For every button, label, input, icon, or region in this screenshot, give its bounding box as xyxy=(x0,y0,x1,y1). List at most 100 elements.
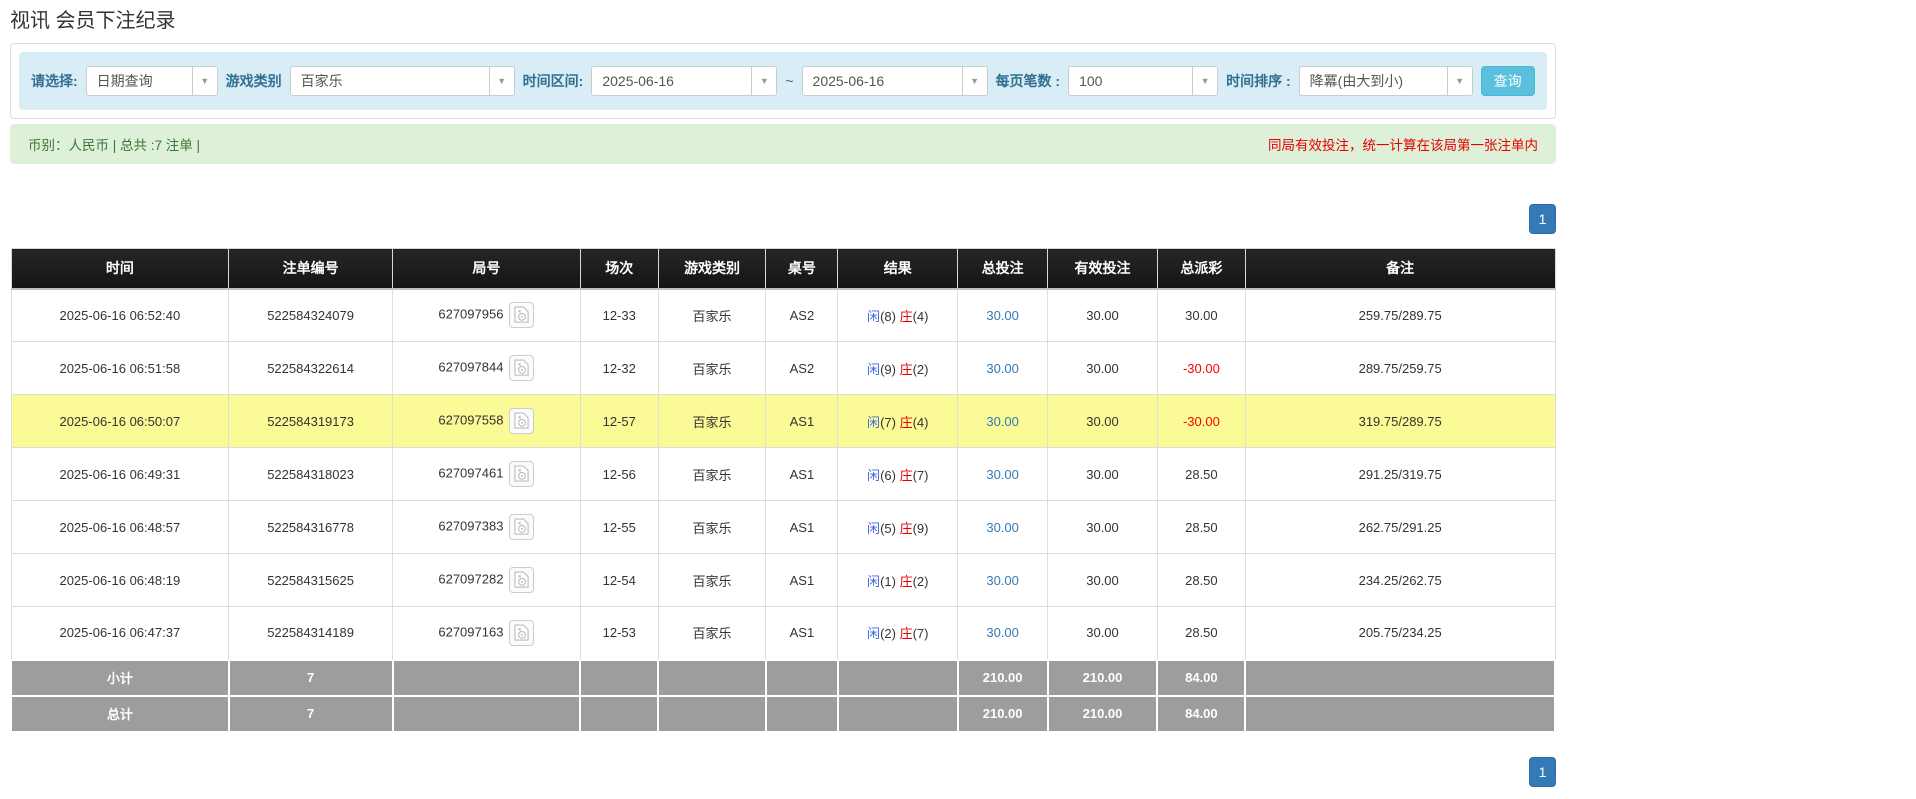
result-player: 闲 xyxy=(867,308,881,324)
result-player: 闲 xyxy=(867,626,881,642)
chevron-down-icon[interactable]: ▼ xyxy=(488,67,514,95)
cell-payout: -30.00 xyxy=(1156,394,1246,448)
cell-total-bet: 30.00 xyxy=(957,553,1049,607)
cell-time: 2025-06-16 06:47:37 xyxy=(10,606,230,660)
result-player-num: (2) xyxy=(880,626,896,642)
video-icon[interactable] xyxy=(509,355,535,381)
round-no-text: 627097844 xyxy=(438,359,504,375)
cell-round-no: 627097558 xyxy=(392,394,581,448)
time-range-label: 时间区间: xyxy=(522,73,584,89)
time-sort-select[interactable]: 降冪(由大到小) ▼ xyxy=(1298,66,1473,96)
round-no-text: 627097461 xyxy=(438,465,504,481)
result-player-num: (5) xyxy=(880,520,896,536)
summary-notice-text: 同局有效投注，统一计算在该局第一张注单内 xyxy=(1268,138,1538,153)
cell-valid-bet: 30.00 xyxy=(1047,288,1158,342)
cell-payout: 28.50 xyxy=(1156,553,1246,607)
query-type-value: 日期查询 xyxy=(96,73,153,89)
header-table-no: 桌号 xyxy=(765,248,839,290)
grand-total-total-bet: 210.00 xyxy=(956,694,1049,733)
result-player-num: (9) xyxy=(880,361,896,377)
cell-game-type: 百家乐 xyxy=(657,500,767,554)
video-icon[interactable] xyxy=(509,408,535,434)
date-from-input[interactable]: 2025-06-16 ▼ xyxy=(591,66,778,96)
page-size-select[interactable]: 100 ▼ xyxy=(1068,66,1219,96)
cell-bet-no: 522584324079 xyxy=(228,288,394,342)
cell-table-no: AS1 xyxy=(765,500,839,554)
header-round-no: 局号 xyxy=(392,248,581,290)
cell-session: 12-55 xyxy=(579,500,659,554)
result-player-num: (8) xyxy=(880,308,896,324)
total-bet-link[interactable]: 30.00 xyxy=(986,361,1019,376)
cell-note: 289.75/259.75 xyxy=(1244,341,1556,395)
total-bet-link[interactable]: 30.00 xyxy=(986,414,1019,429)
cell-game-type: 百家乐 xyxy=(657,394,767,448)
grand-total-payout: 84.00 xyxy=(1156,694,1247,733)
cell-session: 12-32 xyxy=(579,341,659,395)
cell-time: 2025-06-16 06:50:07 xyxy=(10,394,230,448)
video-icon[interactable] xyxy=(509,514,535,540)
chevron-down-icon[interactable]: ▼ xyxy=(1192,67,1218,95)
pagination-top: 1 xyxy=(10,204,1556,234)
cell-bet-no: 522584314189 xyxy=(228,606,394,660)
bet-records-table: 时间 注单编号 局号 场次 游戏类别 桌号 结果 总投注 有效投注 总派彩 备注… xyxy=(10,248,1556,733)
cell-result: 闲(7) 庄(4) xyxy=(837,394,959,448)
subtotal-row: 小计 7 210.00 210.00 84.00 xyxy=(10,658,1556,697)
table-row: 2025-06-16 06:49:31 522584318023 6270974… xyxy=(10,447,1556,501)
total-bet-link[interactable]: 30.00 xyxy=(986,625,1019,640)
video-icon[interactable] xyxy=(509,567,535,593)
cell-session: 12-33 xyxy=(579,288,659,342)
cell-result: 闲(1) 庄(2) xyxy=(837,553,959,607)
result-banker-num: (7) xyxy=(912,626,929,642)
cell-game-type: 百家乐 xyxy=(657,341,767,395)
cell-note: 291.25/319.75 xyxy=(1244,447,1556,501)
payout-value: 28.50 xyxy=(1185,466,1218,482)
cell-game-type: 百家乐 xyxy=(657,606,767,660)
cell-note: 319.75/289.75 xyxy=(1244,394,1556,448)
cell-valid-bet: 30.00 xyxy=(1047,606,1158,660)
cell-note: 234.25/262.75 xyxy=(1244,553,1556,607)
table-row: 2025-06-16 06:48:57 522584316778 6270973… xyxy=(10,500,1556,554)
chevron-down-icon[interactable]: ▼ xyxy=(191,67,217,95)
chevron-down-icon[interactable]: ▼ xyxy=(1446,67,1472,95)
result-banker-num: (9) xyxy=(912,520,929,536)
page-1-button[interactable]: 1 xyxy=(1529,756,1556,787)
header-payout: 总派彩 xyxy=(1156,248,1246,290)
result-player: 闲 xyxy=(867,520,881,536)
payout-value: 28.50 xyxy=(1185,625,1218,641)
cell-round-no: 627097844 xyxy=(392,341,581,395)
date-to-input[interactable]: 2025-06-16 ▼ xyxy=(801,66,988,96)
chevron-down-icon[interactable]: ▼ xyxy=(751,67,777,95)
grand-total-count: 7 xyxy=(227,694,394,733)
total-bet-link[interactable]: 30.00 xyxy=(986,467,1019,482)
cell-round-no: 627097282 xyxy=(392,553,581,607)
result-banker: 庄 xyxy=(899,626,913,642)
video-icon[interactable] xyxy=(509,461,535,487)
cell-session: 12-56 xyxy=(579,447,659,501)
page-size-label: 每页笔数 : xyxy=(995,73,1061,89)
query-type-select[interactable]: 日期查询 ▼ xyxy=(85,66,218,96)
cell-payout: 28.50 xyxy=(1156,606,1246,660)
table-row: 2025-06-16 06:48:19 522584315625 6270972… xyxy=(10,553,1556,607)
subtotal-valid-bet: 210.00 xyxy=(1046,658,1159,697)
total-bet-link[interactable]: 30.00 xyxy=(986,520,1019,535)
round-no-text: 627097558 xyxy=(438,412,504,428)
result-banker: 庄 xyxy=(899,520,913,536)
cell-payout: -30.00 xyxy=(1156,341,1246,395)
cell-total-bet: 30.00 xyxy=(957,606,1049,660)
cell-round-no: 627097163 xyxy=(392,606,581,660)
result-player-num: (7) xyxy=(880,414,896,430)
cell-table-no: AS1 xyxy=(765,553,839,607)
cell-valid-bet: 30.00 xyxy=(1047,341,1158,395)
search-button[interactable]: 查询 xyxy=(1480,66,1535,96)
game-type-select[interactable]: 百家乐 ▼ xyxy=(289,66,515,96)
total-bet-link[interactable]: 30.00 xyxy=(986,308,1019,323)
video-icon[interactable] xyxy=(509,302,535,329)
table-row: 2025-06-16 06:52:40 522584324079 6270979… xyxy=(10,288,1556,342)
total-bet-link[interactable]: 30.00 xyxy=(986,573,1019,588)
round-no-text: 627097383 xyxy=(438,518,504,534)
page-1-button[interactable]: 1 xyxy=(1529,204,1556,234)
table-row: 2025-06-16 06:50:07 522584319173 6270975… xyxy=(10,394,1556,448)
chevron-down-icon[interactable]: ▼ xyxy=(961,67,987,95)
video-icon[interactable] xyxy=(509,619,535,646)
cell-valid-bet: 30.00 xyxy=(1047,500,1158,554)
